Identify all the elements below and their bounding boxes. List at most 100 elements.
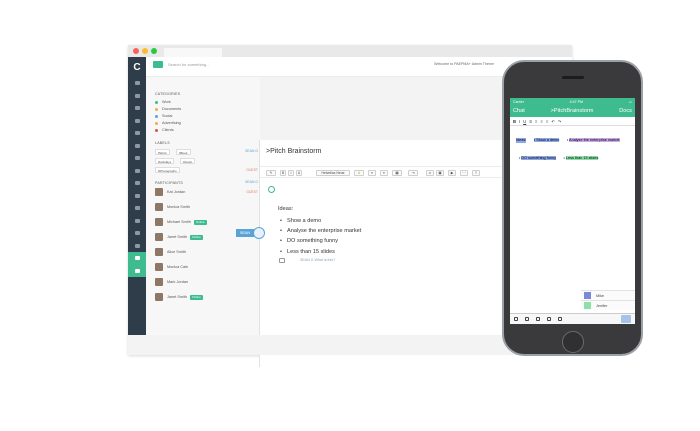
list-item[interactable]: DO something funny: [280, 236, 361, 246]
category-dot-icon: [155, 121, 158, 125]
comment-icon[interactable]: [279, 258, 285, 263]
participant-row[interactable]: Monica Cale: [155, 263, 188, 271]
list-item[interactable]: Show a demo: [280, 216, 361, 226]
participant-row[interactable]: Janet Smith Online: [155, 293, 203, 301]
star-icon[interactable]: [536, 317, 540, 321]
rail-item-flow-icon[interactable]: [128, 227, 146, 240]
align-button[interactable]: ≡: [380, 170, 388, 176]
rail-item-doc-icon[interactable]: [128, 165, 146, 178]
table-button[interactable]: ▦: [392, 170, 402, 176]
participant-row[interactable]: Kat Jordan: [155, 188, 185, 196]
minimize-window-button[interactable]: [142, 48, 148, 54]
category-dot-icon: [155, 100, 158, 104]
image-button[interactable]: ▣: [436, 170, 444, 176]
bold-button[interactable]: B: [280, 170, 286, 176]
search-input[interactable]: Search for something...: [168, 62, 209, 67]
maximize-window-button[interactable]: [151, 48, 157, 54]
status-bar: Carrier 4:47 PM ▭: [510, 98, 635, 105]
close-window-button[interactable]: [133, 48, 139, 54]
phone-list-item[interactable]: • Show a demo: [533, 138, 560, 143]
phone-indent-button[interactable]: ≡: [546, 119, 548, 124]
app-logo[interactable]: C: [128, 57, 146, 77]
category-work[interactable]: Work: [155, 100, 171, 104]
collaborator-cursor-tag: SEAN: [236, 229, 254, 237]
browser-tab[interactable]: [164, 48, 222, 57]
keyboard-icon[interactable]: [514, 317, 518, 321]
link-button[interactable]: ∞: [426, 170, 434, 176]
chat-button[interactable]: Chat: [513, 108, 525, 114]
code-icon[interactable]: [558, 317, 562, 321]
participant-row[interactable]: Mark Jordan: [155, 278, 188, 286]
category-documents[interactable]: Documents: [155, 107, 181, 111]
underline-button[interactable]: U: [296, 170, 302, 176]
video-button[interactable]: ▶: [448, 170, 456, 176]
document-title[interactable]: >Pitch Brainstorm: [266, 148, 321, 155]
help-button[interactable]: ?: [472, 170, 480, 176]
rail-item-settings-icon[interactable]: [128, 190, 146, 203]
rail-item-inbox-icon[interactable]: [128, 90, 146, 103]
text-color-button[interactable]: A: [354, 170, 364, 176]
rail-item-mail-icon[interactable]: [128, 115, 146, 128]
indent-button[interactable]: ⇥: [408, 170, 418, 176]
font-family-select[interactable]: Helvetica Neue: [316, 170, 350, 176]
online-badge: Online: [190, 294, 203, 300]
label-tag[interactable]: #Photographs: [155, 167, 180, 173]
rail-item-tools-icon[interactable]: [128, 240, 146, 253]
rail-item-star-icon[interactable]: [128, 252, 146, 265]
participant-role-guest: GUEST: [246, 190, 258, 194]
rail-item-chart-icon[interactable]: [128, 102, 146, 115]
label-tag[interactable]: #Book: [176, 149, 191, 155]
rail-item-trash-icon[interactable]: [128, 264, 146, 277]
participant-row[interactable]: Alice Smith: [155, 248, 186, 256]
more-button[interactable]: ⋯: [460, 170, 468, 176]
category-advertising[interactable]: Advertising: [155, 121, 181, 125]
ideas-list: Show a demo Analyse the enterprise marke…: [280, 216, 361, 257]
phone-list-item[interactable]: • DO something funny: [519, 156, 557, 161]
undo-button[interactable]: ↶: [551, 119, 555, 124]
category-dot-icon: [155, 114, 158, 118]
phone-italic-button[interactable]: I: [519, 119, 520, 124]
rail-item-pie-icon[interactable]: [128, 177, 146, 190]
history-icon[interactable]: [525, 317, 529, 321]
participants-heading: PARTICIPANTS: [155, 181, 183, 185]
rail-item-monitor-icon[interactable]: [128, 152, 146, 165]
phone-align-button[interactable]: ≡: [540, 119, 542, 124]
home-button[interactable]: [562, 331, 584, 353]
phone-user-row[interactable]: Jenifer: [581, 300, 635, 310]
rail-item-edit-icon[interactable]: [128, 140, 146, 153]
rail-item-calendar-icon[interactable]: [128, 127, 146, 140]
list-button[interactable]: ≡: [368, 170, 376, 176]
cart-icon[interactable]: [621, 315, 631, 323]
label-tag[interactable]: #Work: [155, 149, 170, 155]
document-sidebar: CATEGORIES Work Documents Social Adverti…: [146, 77, 260, 335]
rail-item-list-icon[interactable]: [128, 202, 146, 215]
category-clients[interactable]: Clients: [155, 128, 174, 132]
phone-list-item[interactable]: • Less than 15 slides: [563, 156, 599, 161]
phone-underline-button[interactable]: U: [523, 119, 526, 124]
italic-button[interactable]: I: [288, 170, 294, 176]
docs-button[interactable]: Docs: [619, 108, 632, 114]
brush-button[interactable]: ✎: [266, 170, 276, 176]
label-tag[interactable]: #Holidays: [155, 158, 175, 164]
phone-list-item[interactable]: • Analyse the enterprise market: [567, 138, 620, 143]
redo-button[interactable]: ↷: [558, 119, 562, 124]
participant-row[interactable]: Monica Smith: [155, 203, 190, 211]
phone-bold-button[interactable]: B: [513, 119, 516, 124]
settings-icon[interactable]: [547, 317, 551, 321]
phone-screen: Carrier 4:47 PM ▭ Chat >PitchBrainstorm …: [510, 98, 635, 324]
category-social[interactable]: Social: [155, 114, 172, 118]
phone-strike-button[interactable]: S: [529, 119, 532, 124]
icon-rail: C: [128, 57, 146, 335]
label-tag[interactable]: #Audio: [180, 158, 196, 164]
attach-icon[interactable]: [268, 186, 275, 193]
phone-list-button[interactable]: ≡: [535, 119, 537, 124]
rail-item-users-icon[interactable]: [128, 215, 146, 228]
list-item[interactable]: Less than 15 slides: [280, 247, 361, 257]
rail-item-grid-icon[interactable]: [128, 77, 146, 90]
participant-row[interactable]: Janet Smith Online: [155, 233, 203, 241]
avatar: [155, 203, 163, 211]
phone-user-row[interactable]: Mike: [581, 290, 635, 300]
participant-row[interactable]: Michael Smith Online: [155, 218, 207, 226]
menu-toggle-button[interactable]: [153, 61, 163, 68]
list-item[interactable]: Analyse the enterprise market: [280, 226, 361, 236]
